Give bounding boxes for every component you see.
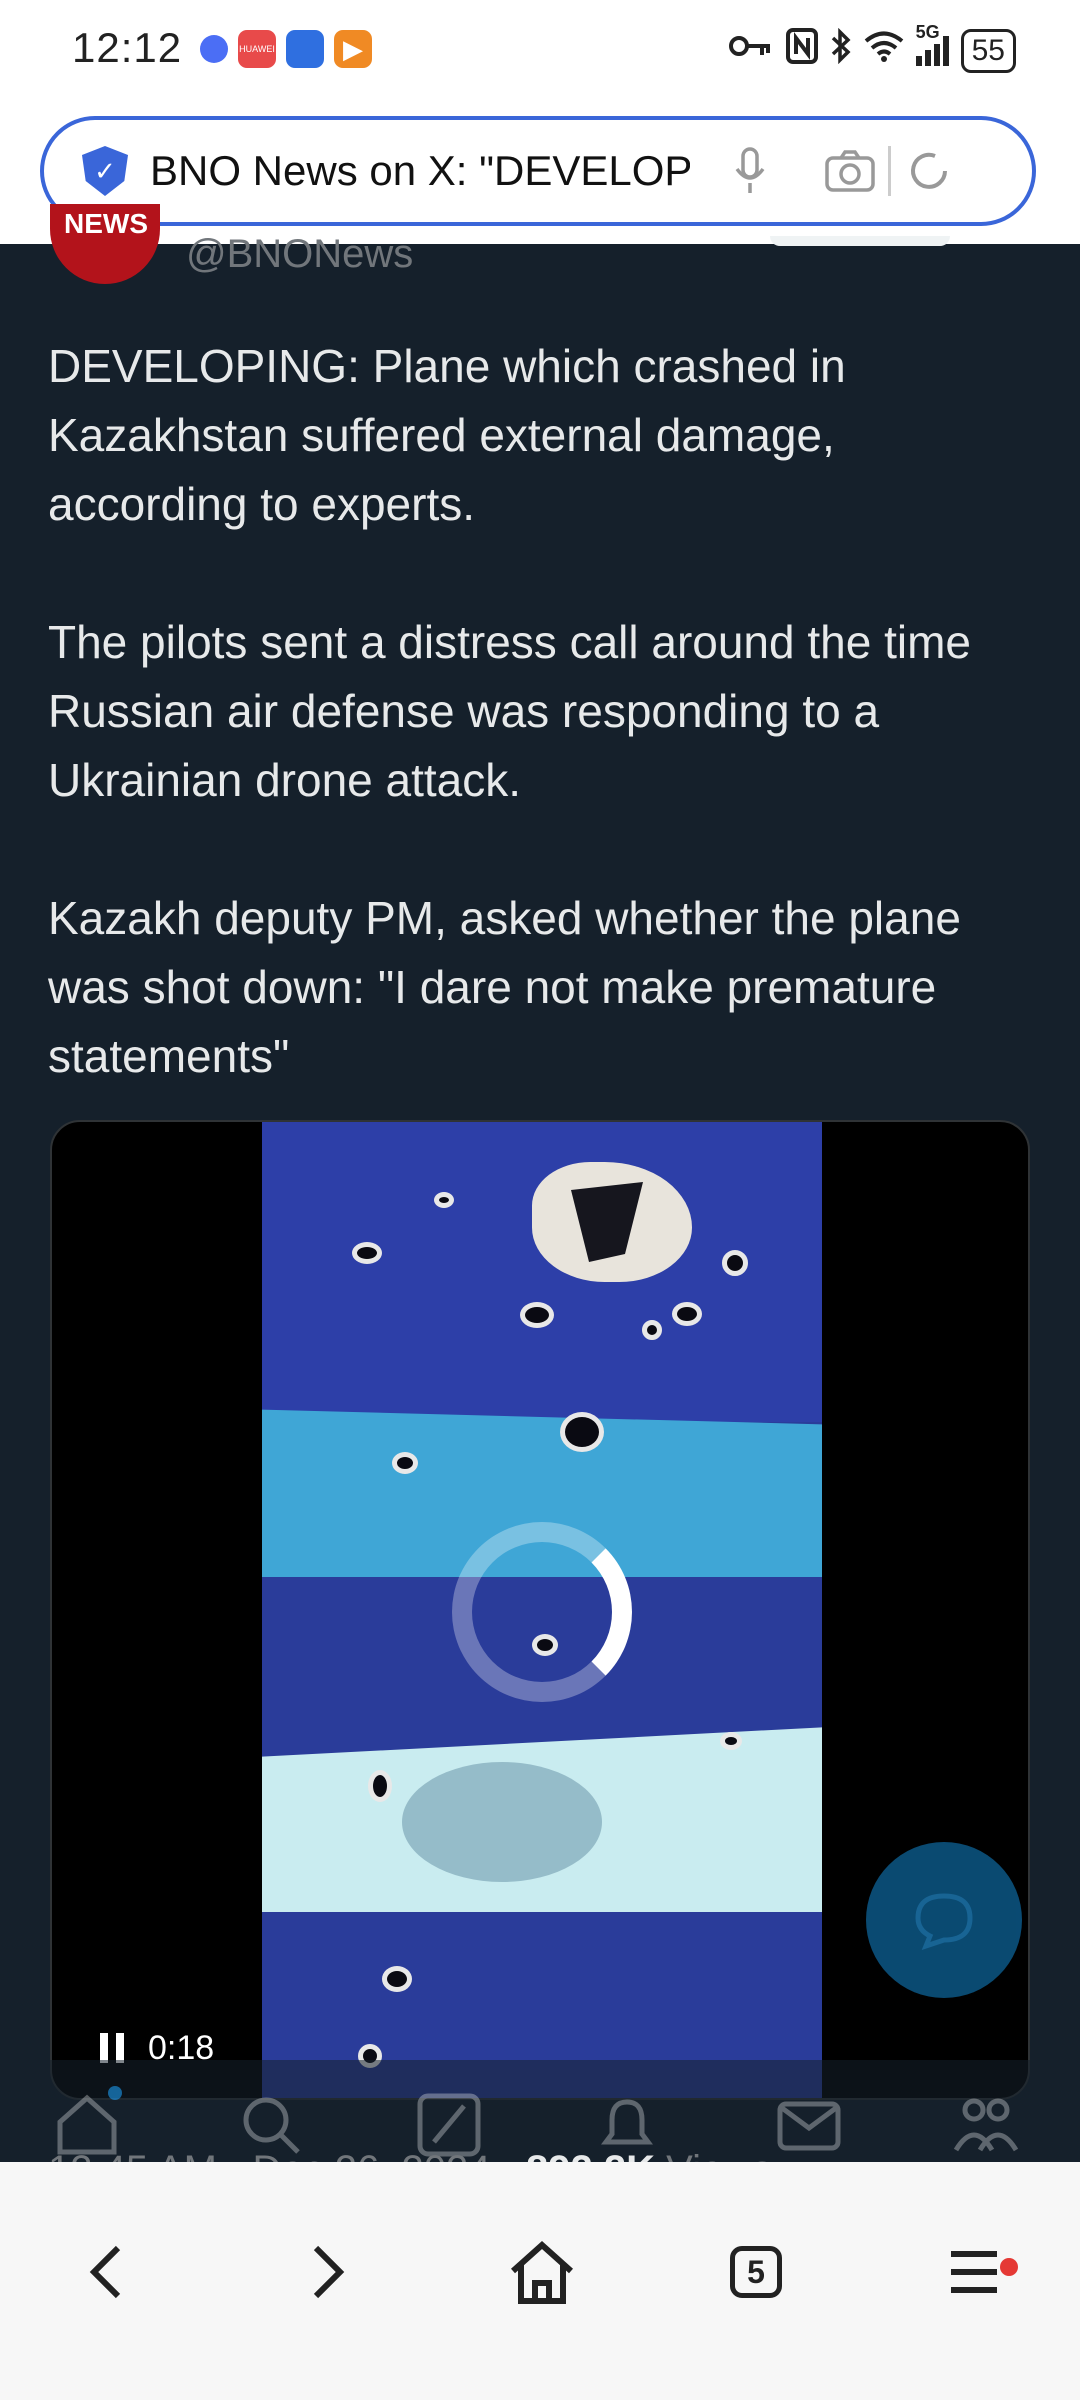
network-type-label: 5G: [915, 21, 940, 42]
tweet-paragraph: The pilots sent a distress call around t…: [48, 616, 972, 806]
messenger-app-icon: [286, 30, 324, 68]
tabs-count: 5: [730, 2246, 782, 2298]
avatar-label: NEWS: [64, 208, 148, 239]
signal-icon: 5G: [915, 22, 949, 66]
camera-icon[interactable]: [820, 141, 880, 201]
unread-dot: [108, 2086, 122, 2100]
reply-bubble-icon: [915, 1893, 973, 1950]
avatar[interactable]: NEWS: [50, 204, 160, 284]
reply-fab[interactable]: [866, 1842, 1022, 1998]
author-handle[interactable]: @BNONews: [186, 232, 413, 277]
status-bar: 12:12 HUAWEI ▶ 5G 55: [0, 0, 1080, 104]
menu-notification-dot: [1000, 2258, 1018, 2276]
video-app-icon: ▶: [334, 30, 372, 68]
key-icon: [728, 31, 774, 70]
address-divider: [888, 146, 891, 196]
browser-address-row: ✓ BNO News on X: "DEVELOPING: [0, 104, 1080, 244]
status-time: 12:12: [72, 24, 183, 71]
battery-indicator: 55: [960, 28, 1016, 73]
pause-icon[interactable]: [100, 2033, 124, 2063]
nfc-icon: [785, 28, 818, 73]
browser-toolbar: 5: [0, 2162, 1080, 2400]
status-indicators: 5G 55: [728, 22, 1016, 73]
tweet-paragraph: DEVELOPING: Plane which crashed in Kazak…: [48, 340, 846, 530]
forward-icon[interactable]: [278, 2222, 378, 2322]
page-title[interactable]: BNO News on X: "DEVELOPING: [150, 147, 690, 195]
app-notification-icon: [200, 35, 228, 63]
tabs-button[interactable]: 5: [706, 2222, 806, 2322]
address-bar[interactable]: ✓ BNO News on X: "DEVELOPING: [40, 116, 1036, 226]
verified-shield-icon: ✓: [82, 146, 128, 196]
microphone-icon[interactable]: [720, 141, 780, 201]
huawei-app-icon: HUAWEI: [238, 30, 276, 68]
communities-icon[interactable]: [950, 2090, 1020, 2160]
back-icon[interactable]: [56, 2222, 156, 2322]
wifi-icon: [864, 30, 904, 71]
bluetooth-icon: [830, 27, 852, 73]
reload-icon[interactable]: [899, 141, 959, 201]
messages-icon[interactable]: [774, 2090, 844, 2160]
tweet-paragraph: Kazakh deputy PM, asked whether the plan…: [48, 892, 961, 1082]
tweet-text: DEVELOPING: Plane which crashed in Kazak…: [48, 332, 1038, 1160]
loading-spinner: [452, 1522, 632, 1702]
status-app-icons: HUAWEI ▶: [200, 30, 372, 68]
follow-button[interactable]: [770, 236, 950, 246]
home-browser-icon[interactable]: [492, 2222, 592, 2322]
